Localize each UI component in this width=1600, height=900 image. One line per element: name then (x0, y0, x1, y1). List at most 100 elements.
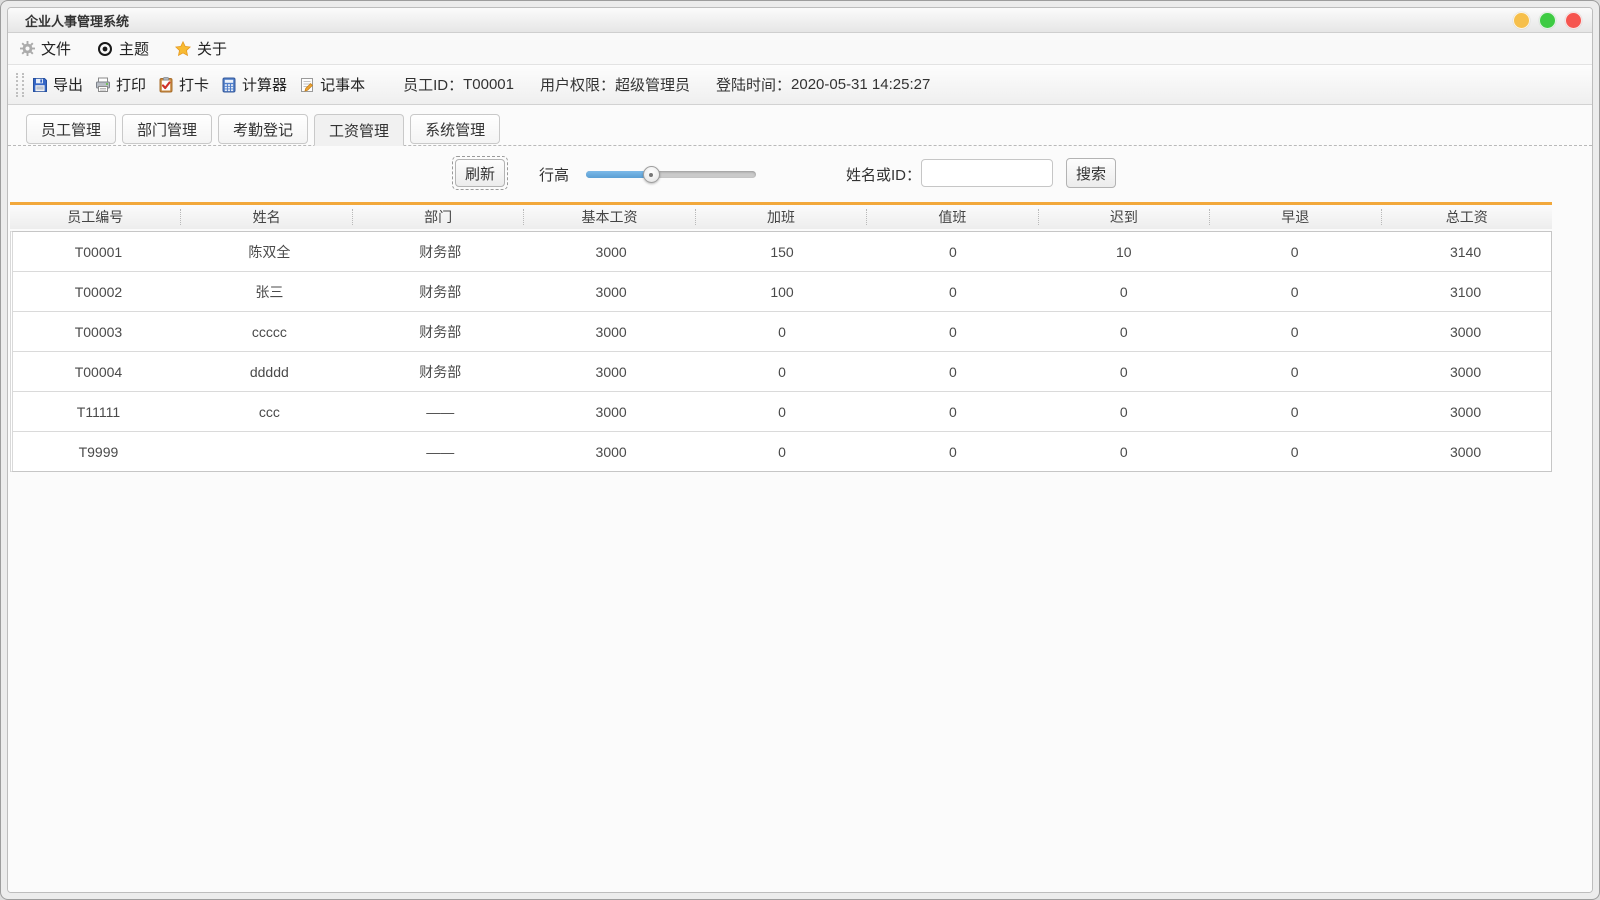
table-cell: 0 (949, 363, 957, 380)
table-cell: T11111 (76, 403, 121, 420)
menu-file[interactable]: 文件 (20, 38, 71, 59)
menu-theme[interactable]: 主题 (97, 38, 149, 59)
table-cell: 3100 (1449, 283, 1482, 300)
permission-label: 用户权限： (539, 77, 615, 94)
tab-department-management[interactable]: 部门管理 (122, 114, 213, 144)
clock-in-label: 打卡 (179, 77, 210, 94)
menu-bar: 文件 主题 关于 (8, 33, 1592, 65)
refresh-button[interactable]: 刷新 (455, 159, 506, 187)
table-row[interactable]: T9999 —— 3000 0 0 0 0 3000 (13, 432, 1551, 471)
table-cell: 3000 (595, 243, 627, 260)
slider-thumb[interactable] (642, 166, 660, 183)
table-cell: 3000 (1449, 443, 1482, 460)
print-label: 打印 (116, 77, 147, 94)
employee-id-label: 员工ID： (403, 77, 464, 94)
menu-about[interactable]: 关于 (174, 38, 227, 59)
minimize-button[interactable] (1513, 11, 1530, 29)
table-cell: 财务部 (419, 283, 462, 300)
maximize-button[interactable] (1539, 11, 1556, 29)
column-header[interactable]: 总工资 (1382, 209, 1552, 225)
column-header[interactable]: 早退 (1210, 209, 1382, 225)
table-row[interactable]: T00002 张三 财务部 3000 100 0 0 0 3100 (13, 272, 1551, 312)
table-cell: 0 (949, 283, 957, 300)
login-time-info: 登陆时间： 2020-05-31 14:25:27 (716, 74, 930, 95)
close-button[interactable] (1565, 11, 1582, 29)
table-cell: 0 (1290, 243, 1299, 260)
table-cell: ddddd (249, 363, 289, 380)
table-cell: 0 (1290, 283, 1299, 300)
tab-bar: 员工管理 部门管理 考勤登记 工资管理 系统管理 (8, 105, 1592, 146)
calculator-button[interactable]: 计算器 (221, 74, 287, 95)
title-bar: 企业人事管理系统 (8, 8, 1592, 33)
search-input[interactable] (921, 159, 1053, 187)
table-cell: 0 (778, 363, 786, 380)
notepad-button[interactable]: 记事本 (299, 74, 365, 95)
row-height-label: 行高 (539, 166, 570, 184)
column-header[interactable]: 基本工资 (524, 209, 696, 225)
clock-in-button[interactable]: 打卡 (158, 74, 209, 95)
table-cell: 陈双全 (248, 243, 291, 260)
table-cell: 3000 (595, 323, 627, 340)
calculator-icon (221, 77, 237, 93)
table-cell: T9999 (78, 443, 119, 460)
column-header[interactable]: 迟到 (1039, 209, 1211, 225)
column-header[interactable]: 员工编号 (10, 209, 182, 225)
tab-attendance-register[interactable]: 考勤登记 (218, 114, 309, 144)
export-button[interactable]: 导出 (32, 74, 83, 95)
table-cell: 0 (778, 323, 786, 340)
search-button[interactable]: 搜索 (1066, 158, 1117, 188)
star-icon (174, 40, 192, 57)
employee-id-info: 员工ID： T00001 (403, 74, 514, 95)
login-time-label: 登陆时间： (716, 77, 792, 94)
table-cell: 3000 (595, 363, 627, 380)
main-content: 员工管理 部门管理 考勤登记 工资管理 系统管理 刷新 行高 姓名或ID： 搜索 (8, 105, 1592, 892)
column-header[interactable]: 加班 (696, 209, 868, 225)
window-controls (1513, 11, 1582, 29)
table-cell: 0 (778, 443, 786, 460)
table-cell: 0 (949, 243, 957, 260)
toolbar-grip[interactable] (16, 72, 24, 97)
slider-fill (586, 171, 651, 178)
column-header[interactable]: 姓名 (181, 209, 353, 225)
login-time-value: 2020-05-31 14:25:27 (791, 76, 931, 93)
gear-icon (20, 41, 35, 56)
tab-system-management[interactable]: 系统管理 (410, 114, 501, 144)
table-cell: T00002 (74, 283, 123, 300)
table-cell: 3000 (1449, 323, 1482, 340)
table-row[interactable]: T11111 ccc —— 3000 0 0 0 0 3000 (13, 392, 1551, 432)
permission-value: 超级管理员 (614, 77, 690, 94)
table-row[interactable]: T00004 ddddd 财务部 3000 0 0 0 0 3000 (13, 352, 1551, 392)
table-body: T00001 陈双全 财务部 3000 150 0 10 0 3140 T00002 张三 财务部 30… (10, 231, 1552, 472)
tab-salary-management[interactable]: 工资管理 (314, 114, 405, 146)
table-cell: 3000 (595, 443, 627, 460)
table-cell: ccc (258, 403, 280, 420)
table-cell: T00001 (74, 243, 123, 260)
save-icon (32, 77, 48, 93)
row-height-slider[interactable] (586, 166, 756, 183)
table-cell: 0 (1119, 283, 1128, 300)
notepad-label: 记事本 (320, 77, 366, 94)
table-cell: 3140 (1449, 243, 1482, 260)
column-header[interactable]: 值班 (867, 209, 1039, 225)
menu-file-label: 文件 (41, 41, 72, 58)
table-cell: T00003 (74, 323, 123, 340)
table-cell: —— (426, 443, 455, 460)
table-cell: —— (426, 403, 455, 420)
printer-icon (95, 77, 111, 93)
permission-info: 用户权限： 超级管理员 (540, 74, 690, 95)
employee-id-value: T00001 (463, 76, 514, 93)
table-cell: 0 (949, 323, 957, 340)
table-cell: 3000 (1449, 363, 1482, 380)
clock-in-icon (158, 76, 174, 93)
salary-table: 员工编号 姓名 部门 基本工资 加班 值班 迟到 早退 总工资 T00001 陈双全财务部 3000… (10, 202, 1552, 472)
column-header[interactable]: 部门 (353, 209, 525, 225)
table-row[interactable]: T00001 陈双全 财务部 3000 150 0 10 0 3140 (13, 232, 1551, 272)
tab-employee-management[interactable]: 员工管理 (26, 114, 117, 144)
table-cell: 3000 (595, 403, 627, 420)
table-cell: 0 (1119, 403, 1128, 420)
window-inner: 企业人事管理系统 文件 主题 关于 导出 打印 打卡 计算器 记事本 员工ID：… (7, 7, 1593, 893)
table-row[interactable]: T00003 ccccc 财务部 3000 0 0 0 0 3000 (13, 312, 1551, 352)
print-button[interactable]: 打印 (95, 74, 146, 95)
table-header: 员工编号 姓名 部门 基本工资 加班 值班 迟到 早退 总工资 (10, 202, 1552, 229)
table-cell: 0 (1290, 403, 1299, 420)
